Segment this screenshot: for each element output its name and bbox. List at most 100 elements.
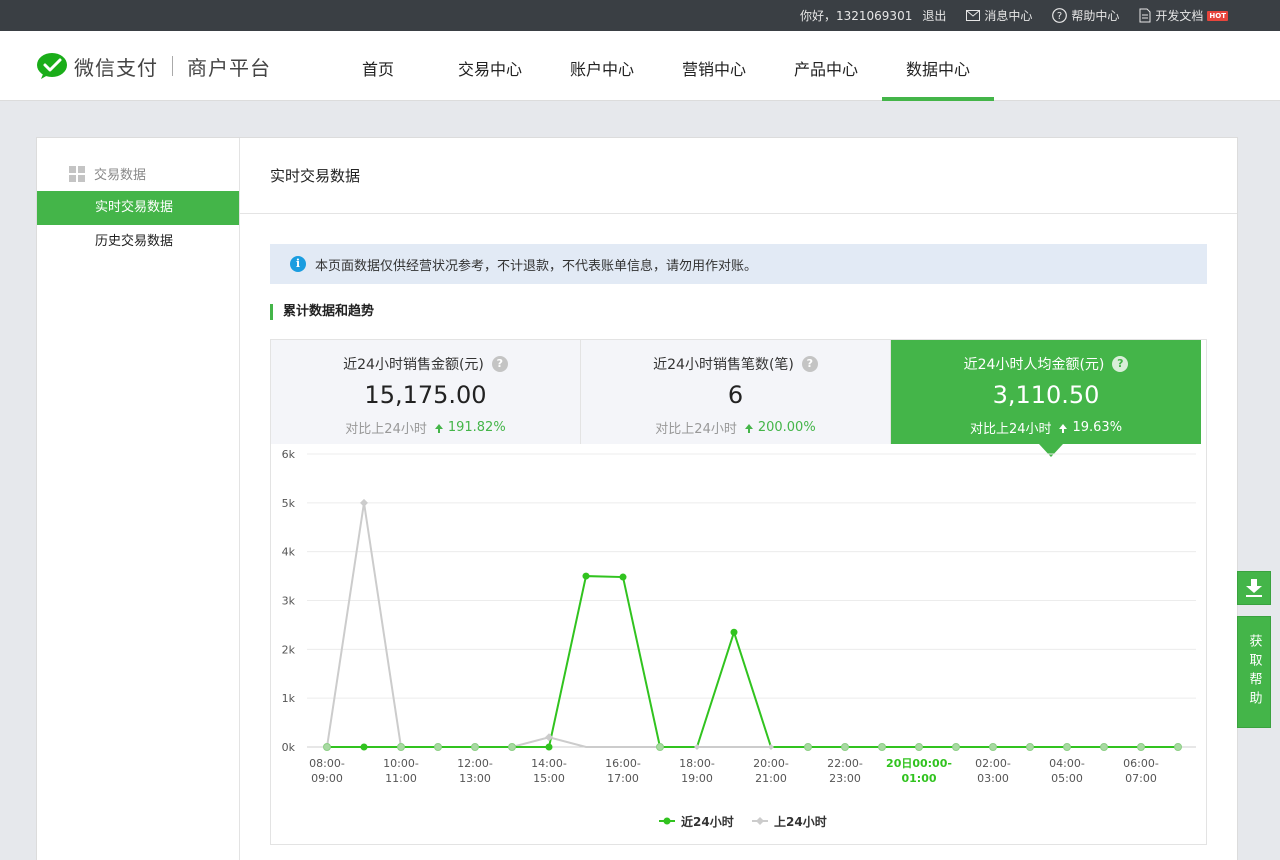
trend-chart: 0k 1k 2k 3k 4k 5k 6k 08:00- 09:00 10:00- 11:00 12:0… — [271, 444, 1206, 844]
legend-label: 近24小时 — [681, 814, 734, 829]
y-tick-label: 3k — [282, 595, 296, 608]
data-point — [545, 743, 553, 751]
stat-value: 6 — [727, 381, 744, 409]
logout-link[interactable]: 退出 — [922, 7, 946, 24]
content-area: 实时交易数据 i 本页面数据仅供经营状况参考，不计退款，不代表账单信息，请勿用作… — [240, 138, 1237, 860]
y-tick-label: 4k — [282, 546, 296, 559]
brand-name: 微信支付 — [74, 55, 158, 80]
x-tick-label: 14:00- — [531, 757, 567, 770]
mail-icon — [966, 10, 981, 21]
help-center-link[interactable]: ? 帮助中心 — [1052, 7, 1119, 24]
stat-change: 191.82% — [447, 420, 506, 435]
legend-label: 上24小时 — [774, 814, 827, 829]
question-circle-icon: ? — [1052, 8, 1068, 23]
trend-chart-svg: 0k 1k 2k 3k 4k 5k 6k 08:00- 09:00 10:00- 11:00 12:0… — [282, 448, 1196, 829]
arrow-up-icon — [744, 424, 753, 433]
x-tick-label: 08:00- — [309, 757, 345, 770]
data-point — [360, 498, 368, 507]
x-tick-label: 07:00 — [1125, 772, 1157, 785]
sidebar-section-label: 交易数据 — [94, 168, 147, 183]
logo[interactable]: 微信支付 商户平台 — [36, 31, 271, 101]
stat-card-avg-amount[interactable]: 近24小时人均金额(元)? 3,110.50 对比上24小时 19.63% — [891, 340, 1201, 457]
download-button[interactable] — [1237, 571, 1271, 605]
dev-docs-link[interactable]: 开发文档 HOT — [1139, 7, 1228, 24]
data-point — [397, 743, 405, 751]
stat-card-sales-amount[interactable]: 近24小时销售金额(元)? 15,175.00 对比上24小时 191.82% — [271, 340, 581, 444]
wechat-pay-logo-icon — [37, 53, 67, 79]
header: 微信支付 商户平台 首页 交易中心 账户中心 营销中心 产品中心 数据中心 — [0, 31, 1280, 101]
sidebar-item-realtime[interactable]: 实时交易数据 — [37, 191, 239, 225]
message-center-label: 消息中心 — [984, 9, 1033, 23]
x-tick-label: 20:00- — [753, 757, 789, 770]
dev-docs-label: 开发文档 — [1155, 9, 1204, 23]
x-tick-label: 12:00- — [457, 757, 493, 770]
data-point — [878, 743, 886, 751]
sidebar-section-header: 交易数据 — [69, 164, 146, 183]
stat-label: 近24小时人均金额(元) — [963, 357, 1105, 373]
main-nav: 首页 交易中心 账户中心 营销中心 产品中心 数据中心 — [322, 31, 994, 101]
series-line — [326, 502, 1178, 748]
y-tick-label: 2k — [282, 643, 296, 656]
info-notice: i 本页面数据仅供经营状况参考，不计退款，不代表账单信息，请勿用作对账。 — [270, 244, 1207, 284]
x-tick-label: 04:00- — [1049, 757, 1085, 770]
stat-label: 近24小时销售笔数(笔) — [653, 357, 794, 373]
x-tick-label: 11:00 — [385, 772, 417, 785]
get-help-button[interactable]: 获取帮助 — [1237, 616, 1271, 728]
page-title: 实时交易数据 — [240, 138, 1237, 214]
stat-change: 200.00% — [757, 420, 816, 435]
stat-compare-label: 对比上24小时 — [345, 422, 427, 437]
data-point — [360, 743, 368, 751]
series-line — [327, 575, 1178, 748]
data-point — [989, 743, 997, 751]
nav-products[interactable]: 产品中心 — [770, 31, 882, 101]
sidebar-item-history[interactable]: 历史交易数据 — [37, 225, 239, 259]
stat-value: 3,110.50 — [992, 381, 1100, 409]
message-center-link[interactable]: 消息中心 — [966, 7, 1032, 24]
stat-card-sales-count[interactable]: 近24小时销售笔数(笔)? 6 对比上24小时 200.00% — [581, 340, 891, 444]
stat-change: 19.63% — [1072, 420, 1123, 435]
question-icon[interactable]: ? — [801, 356, 818, 372]
data-point — [1100, 743, 1108, 751]
x-tick-label: 10:00- — [383, 757, 419, 770]
data-point — [694, 744, 700, 750]
data-point — [952, 743, 960, 751]
data-point — [656, 743, 664, 751]
question-icon[interactable]: ? — [1112, 356, 1129, 372]
data-point — [768, 744, 774, 750]
x-tick-label: 06:00- — [1123, 757, 1159, 770]
nav-account[interactable]: 账户中心 — [546, 31, 658, 101]
nav-data-center[interactable]: 数据中心 — [882, 31, 994, 101]
x-tick-label: 16:00- — [605, 757, 641, 770]
x-tick-label: 18:00- — [679, 757, 715, 770]
arrow-up-icon — [434, 424, 443, 433]
y-tick-label: 6k — [282, 448, 296, 461]
arrow-up-icon — [1059, 424, 1068, 433]
data-point — [1063, 743, 1071, 751]
top-bar: 你好，1321069301 退出 消息中心 ? 帮助中心 开发文档 HOT — [0, 0, 1280, 31]
stat-compare-label: 对比上24小时 — [655, 422, 737, 437]
data-point — [915, 743, 923, 751]
question-icon[interactable]: ? — [491, 356, 508, 372]
download-icon — [1246, 579, 1262, 597]
x-tick-label: 21:00 — [755, 772, 787, 785]
data-point — [323, 743, 331, 751]
data-point — [804, 743, 812, 751]
x-tick-label: 15:00 — [533, 772, 565, 785]
logo-divider — [172, 56, 173, 76]
data-point — [619, 573, 627, 581]
x-tick-label: 23:00 — [829, 772, 861, 785]
document-icon — [1139, 8, 1151, 23]
sidebar: 交易数据 实时交易数据 历史交易数据 — [37, 138, 240, 860]
nav-marketing[interactable]: 营销中心 — [658, 31, 770, 101]
data-point — [434, 743, 442, 751]
x-tick-label: 05:00 — [1051, 772, 1083, 785]
platform-name: 商户平台 — [187, 55, 271, 80]
grid-icon — [69, 165, 85, 182]
nav-home[interactable]: 首页 — [322, 31, 434, 101]
help-center-label: 帮助中心 — [1071, 9, 1120, 23]
nav-transactions[interactable]: 交易中心 — [434, 31, 546, 101]
stat-cards: 近24小时销售金额(元)? 15,175.00 对比上24小时 191.82% 近… — [271, 340, 1201, 457]
x-tick-label: 03:00 — [977, 772, 1009, 785]
x-tick-label: 09:00 — [311, 772, 343, 785]
x-tick-label: 17:00 — [607, 772, 639, 785]
